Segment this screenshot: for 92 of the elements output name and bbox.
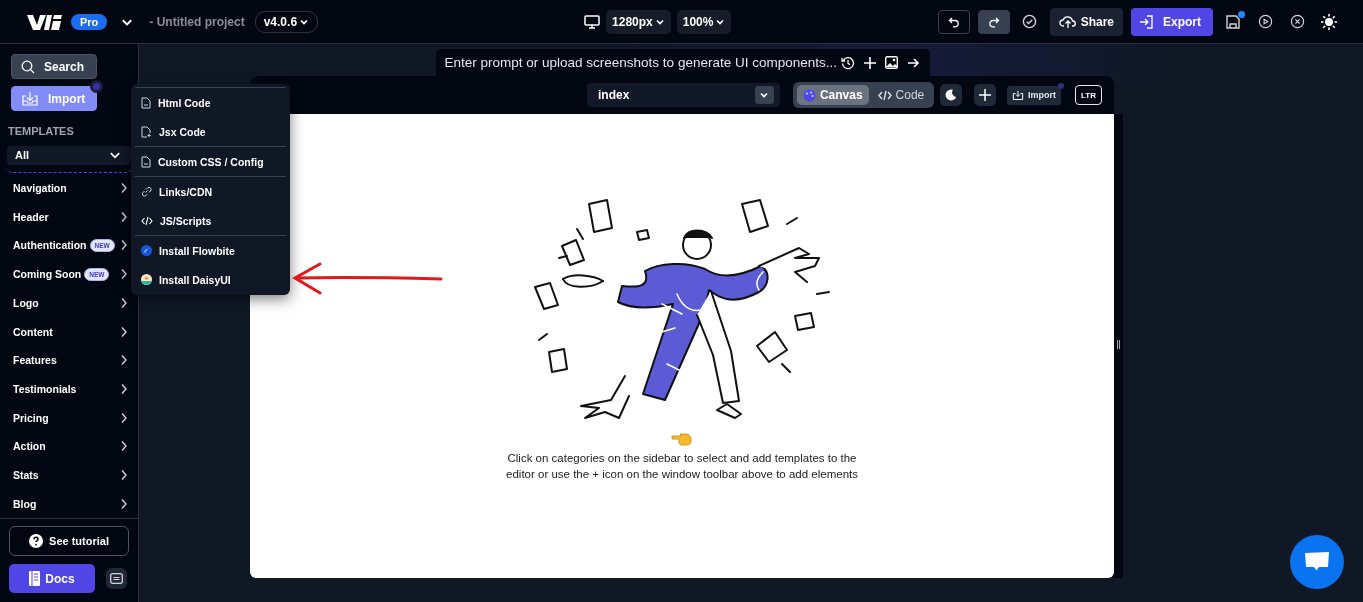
menu-item[interactable]: Install Flowbite xyxy=(135,236,286,265)
page-select[interactable]: index xyxy=(587,83,780,107)
pointing-hand-icon xyxy=(671,432,693,446)
undo-icon xyxy=(947,15,960,28)
daisyui-logo-icon xyxy=(141,274,152,285)
view-mode-tab[interactable]: Code xyxy=(871,85,931,105)
chevron-right-icon xyxy=(120,268,128,281)
export-button[interactable]: Export xyxy=(1131,7,1213,36)
book-icon xyxy=(29,571,41,586)
category-label: Blog xyxy=(13,497,37,510)
chevron-right-icon xyxy=(120,239,128,252)
viewport-width-dropdown[interactable]: 1280px xyxy=(606,9,671,34)
category-label: Content xyxy=(13,325,53,338)
section-title: TEMPLATES xyxy=(7,124,75,139)
notification-dot xyxy=(1238,10,1245,18)
zoom-dropdown[interactable]: 100% xyxy=(676,9,732,34)
chevron-right-icon xyxy=(120,325,128,338)
see-tutorial-button[interactable]: See tutorial xyxy=(9,526,129,556)
chevron-right-icon xyxy=(120,497,128,510)
redo-icon xyxy=(987,15,1000,28)
category-label: Coming Soon xyxy=(13,268,82,281)
image-icon[interactable] xyxy=(884,56,898,69)
file-icon xyxy=(141,96,151,109)
text-direction-button[interactable]: LTR xyxy=(1075,85,1102,105)
category-label: Testimonials xyxy=(13,382,77,395)
view-mode-tab[interactable]: Canvas xyxy=(796,85,869,105)
search-icon xyxy=(21,59,35,74)
category-filter-dropdown[interactable]: All xyxy=(7,146,131,165)
history-icon[interactable] xyxy=(840,55,855,70)
tray-download-icon xyxy=(21,90,39,107)
chevron-right-icon xyxy=(120,411,128,424)
prompt-field[interactable]: Enter prompt or upload screenshots to generate UI components... xyxy=(435,49,930,76)
moon-icon xyxy=(945,89,958,101)
cloud-upload-icon xyxy=(1058,14,1077,29)
chevron-right-icon xyxy=(120,182,128,195)
menu-item[interactable]: JS/Scripts xyxy=(135,206,286,235)
category-label: Features xyxy=(13,354,57,367)
chevron-right-icon xyxy=(120,382,128,395)
sun-icon[interactable] xyxy=(1320,12,1338,31)
project-name: - Untitled project xyxy=(149,14,245,29)
category-label: Navigation xyxy=(13,182,67,195)
category-label: Action xyxy=(13,440,46,453)
plus-icon xyxy=(979,89,992,101)
speech-bubble-icon xyxy=(1304,551,1330,573)
chat-window-button[interactable] xyxy=(106,568,127,589)
sign-in-icon xyxy=(1139,13,1155,30)
resize-handle[interactable] xyxy=(1117,340,1120,349)
chevron-right-icon xyxy=(120,440,128,453)
message-square-icon xyxy=(110,573,123,584)
question-circle-icon xyxy=(29,534,44,548)
monitor-icon[interactable] xyxy=(584,14,601,29)
category-label: Stats xyxy=(13,468,39,481)
version-dropdown[interactable]: v4.0.6 xyxy=(254,10,319,33)
file-plus-icon xyxy=(141,125,152,138)
flowbite-logo-icon xyxy=(141,245,152,256)
logo-icon xyxy=(27,13,63,30)
dark-mode-button[interactable] xyxy=(940,84,963,106)
docs-button[interactable]: Docs xyxy=(9,564,95,593)
menu-item[interactable]: Links/CDN xyxy=(135,177,286,206)
code-icon xyxy=(877,89,892,101)
menu-item[interactable]: Install DaisyUI xyxy=(135,265,286,294)
pro-badge: Pro xyxy=(71,13,108,30)
category-label: Header xyxy=(13,210,49,223)
category-label: Pricing xyxy=(13,411,49,424)
palette-icon xyxy=(802,88,816,102)
tray-download-icon xyxy=(1012,89,1024,101)
code-icon xyxy=(141,215,153,226)
category-label: Authentication xyxy=(13,239,87,252)
chevron-right-icon xyxy=(120,468,128,481)
menu-item[interactable]: Jsx Code xyxy=(135,117,286,146)
menu-item[interactable]: Html Code xyxy=(135,88,286,117)
share-button[interactable]: Share xyxy=(1049,7,1123,36)
close-circle-icon[interactable] xyxy=(1289,14,1305,29)
chevron-right-icon xyxy=(120,354,128,367)
check-circle-icon[interactable] xyxy=(1022,14,1038,29)
save-icon[interactable] xyxy=(1225,13,1241,30)
play-circle-icon[interactable] xyxy=(1257,14,1273,29)
add-element-button[interactable] xyxy=(974,84,996,106)
link-icon xyxy=(141,186,152,197)
category-label: Logo xyxy=(13,296,39,309)
chevron-right-icon xyxy=(120,296,128,309)
file-icon xyxy=(141,155,151,168)
chevron-down-icon xyxy=(759,90,770,100)
chevron-right-icon xyxy=(120,210,128,223)
redo-button[interactable] xyxy=(977,9,1010,34)
plus-icon[interactable] xyxy=(863,56,876,69)
undo-button[interactable] xyxy=(937,9,970,34)
import-button[interactable]: Import xyxy=(1007,85,1061,105)
menu-item[interactable]: Custom CSS / Config xyxy=(135,147,286,176)
arrow-right-icon[interactable] xyxy=(906,56,920,69)
empty-canvas-hint: Click on categories on the sidebar to select and add templates to the editor or use the + icon on the window toolbar above to add elements xyxy=(505,451,859,482)
search-button[interactable]: Search xyxy=(11,54,97,79)
